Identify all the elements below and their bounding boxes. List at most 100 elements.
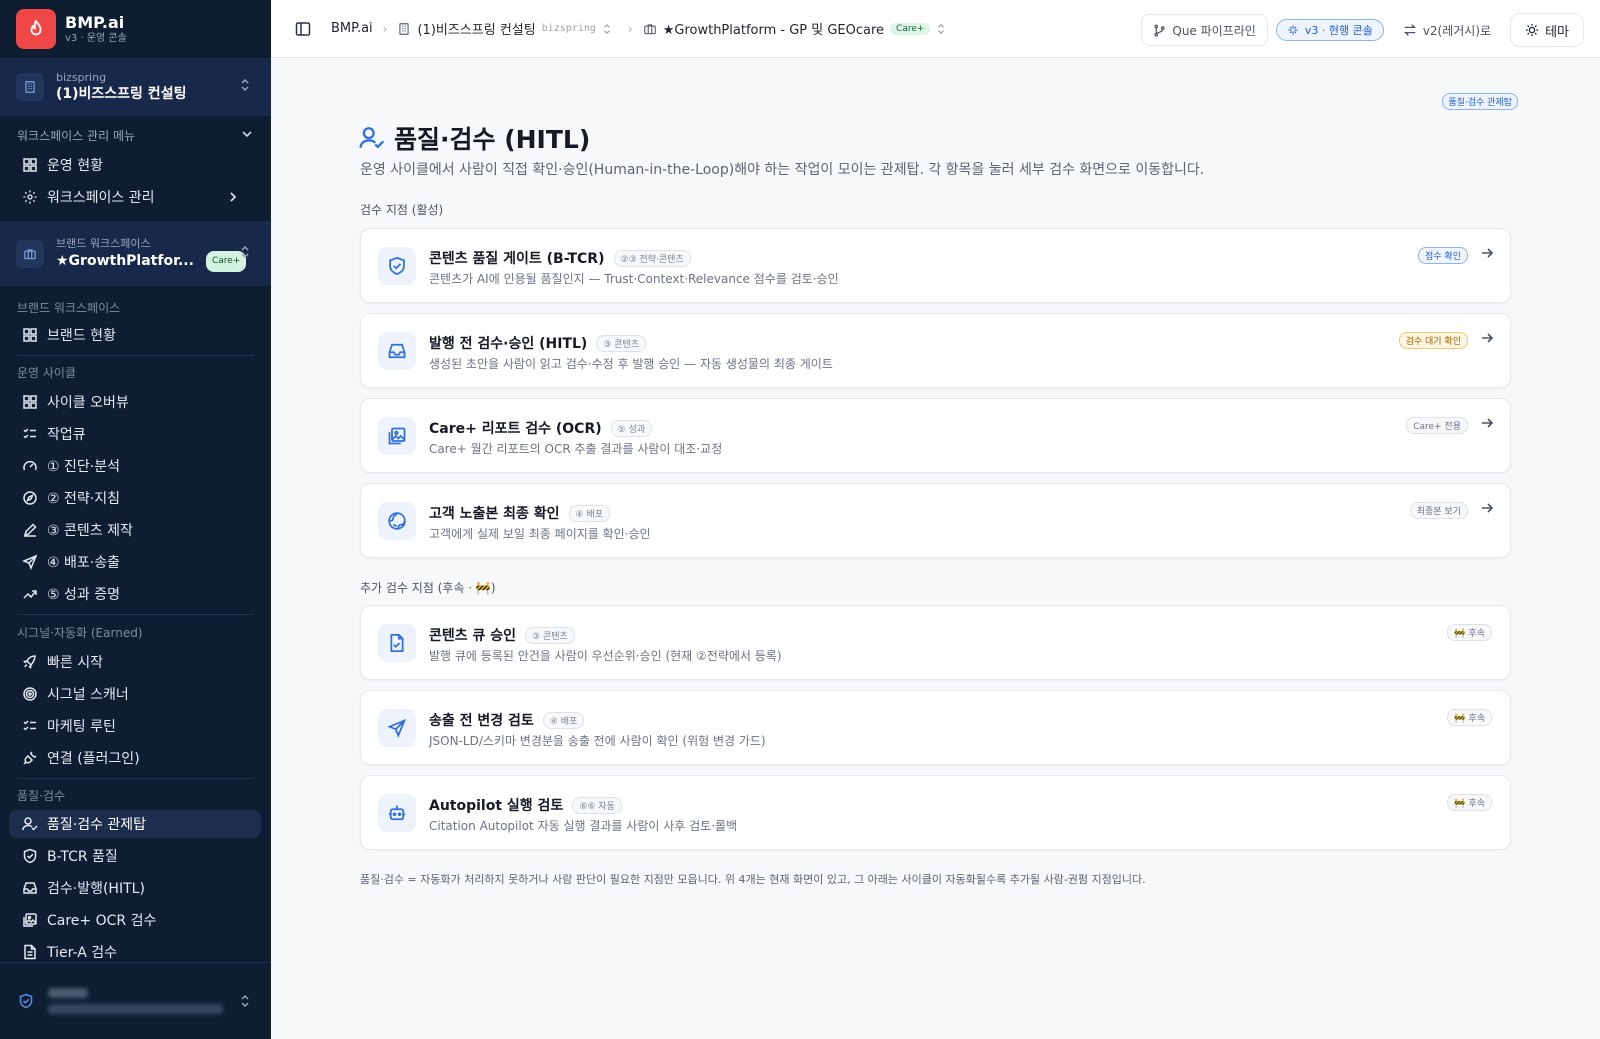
nav-connections[interactable]: 연결 (플러그인) [9,744,261,772]
gauge-icon [23,460,37,471]
section-brand-label: 브랜드 워크스페이스 [17,301,121,315]
card-status-badge: 검수 대기 확인 [1398,332,1468,349]
brand-workspace-switcher[interactable]: 브랜드 워크스페이스 ★GrowthPlatfor... Care+ [0,221,271,286]
review-card-btcr[interactable]: 콘텐츠 품질 게이트 (B-TCR) ②③ 전략·콘텐츠 콘텐츠가 AI에 인용될… [360,228,1511,303]
bot-icon [378,794,416,832]
sidebar-toggle-button[interactable] [295,21,317,37]
org-switcher-name: (1)비즈스프링 컨설팅 [56,86,187,102]
rocket-icon [22,655,36,670]
card-description: JSON-LD/스키마 변경분을 송출 전에 사람이 확인 (위험 변경 가드) [429,734,766,748]
nav-strategy[interactable]: ② 전략·지침 [9,484,261,512]
arrow-right-icon [1482,333,1494,343]
workspace-menu-toggle[interactable]: 워크스페이스 관리 메뉴 [17,127,253,144]
card-status-badge: Care+ 전용 [1406,417,1468,434]
active-points-label: 검수 지점 (활성) [360,203,444,217]
section-cycle-label: 운영 사이클 [17,366,77,380]
arrow-right-icon [1482,503,1494,513]
page-description: 운영 사이클에서 사람이 직접 확인·승인(Human-in-the-Loop)… [360,162,1205,178]
org-switcher[interactable]: bizspring (1)비즈스프링 컨설팅 [0,58,271,116]
page-context-badge: 품질·검수 관제탑 [1442,93,1518,110]
shield-check-icon [23,848,37,864]
nav-workspace-admin[interactable]: 워크스페이스 관리 [9,183,261,211]
topbar-actions: Que 파이프라인 v3 · 현행 콘솔 v2(레거시)로 테마 [1141,13,1584,47]
user-check-icon [359,127,385,149]
nav-brand-status[interactable]: 브랜드 현황 [9,321,261,349]
building-icon [399,22,410,35]
shield-check-icon [378,247,416,285]
card-stage-tag: ③ 콘텐츠 [596,334,647,352]
nav-btcr-quality[interactable]: B-TCR 품질 [9,842,261,870]
briefcase-icon [16,239,44,268]
divider [17,778,254,779]
send-icon [378,709,416,747]
care-plus-badge: Care+ [890,22,931,35]
git-branch-icon [1154,24,1165,36]
list-checks-icon [23,428,36,439]
arrow-right-icon [1482,248,1494,258]
nav-review-publish[interactable]: 검수·발행(HITL) [9,874,261,902]
shield-check-icon [19,993,33,1009]
chevrons-updown-icon [603,23,610,34]
card-description: Care+ 월간 리포트의 OCR 추출 결과를 사람이 대조·교정 [429,442,723,456]
v3-console-badge[interactable]: v3 · 현행 콘솔 [1275,19,1384,41]
chevron-right-icon: › [382,21,388,36]
nav-care-ocr-review[interactable]: Care+ OCR 검수 [9,906,261,934]
send-icon [22,554,38,570]
card-title: 콘텐츠 큐 승인 [429,628,517,644]
chevrons-updown-icon [239,245,251,263]
card-title: 발행 전 검수·승인 (HITL) [429,336,588,352]
card-status-badge: 점수 확인 [1418,247,1468,264]
nav-distribution[interactable]: ④ 배포·송출 [9,548,261,576]
card-stage-tag: ⑥⑥ 자동 [572,796,622,814]
chevrons-updown-icon [239,994,251,1012]
card-stage-tag: ④ 배포 [542,711,585,729]
nav-work-queue[interactable]: 작업큐 [9,420,261,448]
chevron-right-icon [230,192,237,202]
breadcrumb-brand[interactable]: ★GrowthPlatform - GP 및 GEOcare Care+ [643,19,953,38]
nav-diagnosis[interactable]: ① 진단·분석 [9,452,261,480]
list-checks-icon [23,720,36,731]
card-status-badge: 🚧 후속 [1447,794,1492,811]
breadcrumb-org[interactable]: (1)비즈스프링 컨설팅 bizspring [397,19,617,38]
theme-toggle-button[interactable]: 테마 [1510,13,1584,47]
nav-quality-control-tower[interactable]: 품질·검수 관제탑 [9,810,261,838]
org-switcher-code: bizspring [56,71,107,84]
main-content: 품질·검수 관제탑 품질·검수 (HITL) 운영 사이클에서 사람이 직접 확… [271,58,1600,1039]
app-subtitle: v3 · 운영 콘솔 [65,32,127,44]
nav-cycle-overview[interactable]: 사이클 오버뷰 [9,388,261,416]
gear-icon [23,190,37,204]
user-menu[interactable] [0,962,271,1039]
user-info-redacted [48,981,228,1021]
grid-icon [23,158,37,172]
review-card-final-view[interactable]: 고객 노출본 최종 확인 ④ 배포 고객에게 실제 보일 최종 페이지를 확인·승… [360,483,1511,558]
card-status-badge: 🚧 후속 [1447,709,1492,726]
nav-signal-scanner[interactable]: 시그널 스캐너 [9,680,261,708]
brand-switcher-name: ★GrowthPlatfor... Care+ [56,250,247,272]
card-description: 발행 큐에 등록된 안건을 사람이 우선순위·승인 (현재 ②전략에서 등록) [429,649,782,663]
later-card-pre-send-review: 송출 전 변경 검토 ④ 배포 JSON-LD/스키마 변경분을 송출 전에 사람… [360,690,1511,765]
org-code: bizspring [541,23,596,34]
panel-left-icon [295,21,311,36]
images-icon [23,913,37,927]
legacy-v2-button[interactable]: v2(레거시)로 [1392,14,1502,46]
nav-marketing-routine[interactable]: 마케팅 루틴 [9,712,261,740]
inbox-icon [378,332,416,370]
flame-logo-icon [16,9,56,49]
sparkles-icon [1288,25,1298,35]
inbox-icon [23,882,37,894]
later-card-autopilot-review: Autopilot 실행 검토 ⑥⑥ 자동 Citation Autopilot … [360,775,1511,850]
breadcrumb-root[interactable]: BMP.ai [331,21,373,36]
nav-content-production[interactable]: ③ 콘텐츠 제작 [9,516,261,544]
review-card-hitl[interactable]: 발행 전 검수·승인 (HITL) ③ 콘텐츠 생성된 초안을 사람이 읽고 검수… [360,313,1511,388]
nav-operations-status[interactable]: 운영 현황 [9,151,261,179]
chevrons-updown-icon [239,78,251,96]
nav-quick-start[interactable]: 빠른 시작 [9,648,261,676]
sun-icon [1525,23,1539,37]
card-title: 콘텐츠 품질 게이트 (B-TCR) [429,251,605,267]
pipeline-button[interactable]: Que 파이프라인 [1141,14,1268,46]
compass-icon [23,491,37,505]
nav-performance[interactable]: ⑤ 성과 증명 [9,580,261,608]
brand-header[interactable]: BMP.ai v3 · 운영 콘솔 [0,0,271,58]
page-footnote: 품질·검수 = 자동화가 처리하지 못하거나 사람 판단이 필요한 지점만 모읍… [360,873,1146,886]
review-card-care-ocr[interactable]: Care+ 리포트 검수 (OCR) ⑤ 성과 Care+ 월간 리포트의 OCR… [360,398,1511,473]
